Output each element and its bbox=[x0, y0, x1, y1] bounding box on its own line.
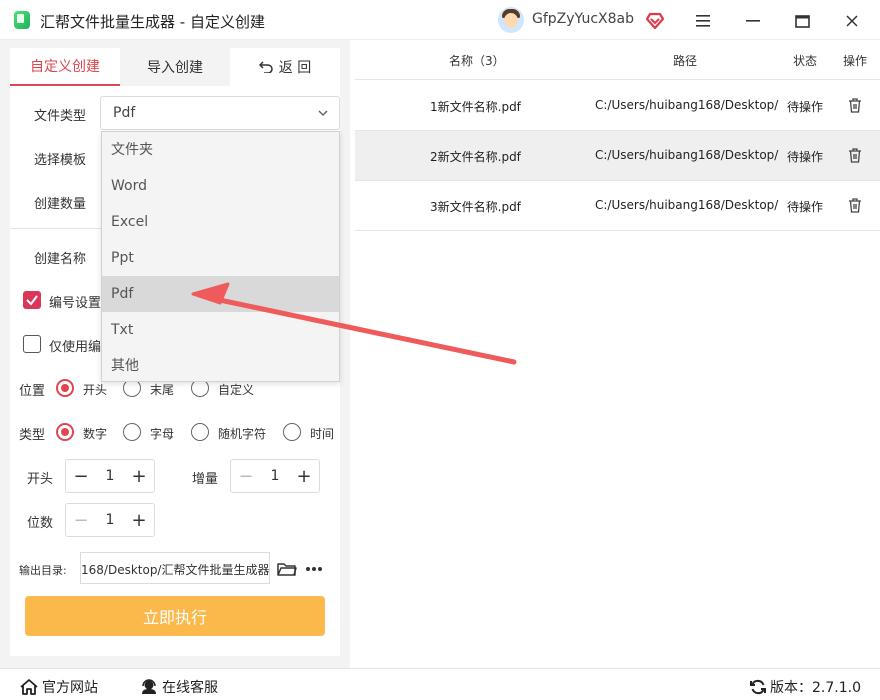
dropdown-option-txt[interactable]: Txt bbox=[102, 312, 339, 348]
increment-decrement-button[interactable]: − bbox=[231, 460, 261, 492]
file-type-label: 文件类型 bbox=[34, 109, 87, 124]
table-row[interactable]: 3新文件名称.pdf C:/Users/huibang168/Desktop/ … bbox=[355, 181, 880, 231]
position-radio-start[interactable] bbox=[56, 379, 74, 397]
digits-stepper: − 1 + bbox=[65, 503, 155, 537]
window-title: 汇帮文件批量生成器 - 自定义创建 bbox=[40, 13, 265, 31]
column-header-status: 状态 bbox=[793, 54, 818, 68]
start-decrement-button[interactable]: − bbox=[66, 460, 96, 492]
back-label: 返 回 bbox=[278, 60, 312, 76]
column-header-path: 路径 bbox=[673, 54, 698, 68]
folder-icon[interactable] bbox=[277, 561, 297, 577]
row-name: 3新文件名称.pdf bbox=[430, 200, 521, 214]
chevron-down-icon bbox=[318, 110, 328, 117]
digits-increment-button[interactable]: + bbox=[124, 504, 154, 536]
support-link[interactable]: 在线客服 bbox=[140, 677, 218, 697]
menu-icon[interactable] bbox=[688, 8, 718, 34]
row-path: C:/Users/huibang168/Desktop/ bbox=[595, 198, 779, 212]
table-row[interactable]: 2新文件名称.pdf C:/Users/huibang168/Desktop/ … bbox=[355, 131, 880, 181]
start-value[interactable]: 1 bbox=[96, 468, 124, 484]
version-label: 版本：2.7.1.0 bbox=[770, 680, 861, 696]
type-radio-number[interactable] bbox=[56, 423, 74, 441]
user-avatar[interactable] bbox=[498, 7, 524, 33]
position-label: 位置 bbox=[19, 384, 46, 399]
refresh-icon bbox=[750, 679, 766, 695]
checkmark-icon bbox=[26, 295, 38, 306]
numbering-label: 编号设置 bbox=[49, 296, 102, 311]
headset-icon bbox=[142, 679, 156, 694]
row-path: C:/Users/huibang168/Desktop/ bbox=[595, 98, 779, 112]
minimize-icon[interactable] bbox=[738, 8, 768, 34]
app-logo-icon bbox=[14, 11, 30, 29]
maximize-icon[interactable] bbox=[787, 8, 817, 34]
dropdown-option-folder[interactable]: 文件夹 bbox=[102, 132, 339, 168]
increment-label: 增量 bbox=[192, 472, 219, 487]
row-status: 待操作 bbox=[787, 100, 824, 114]
digits-decrement-button[interactable]: − bbox=[66, 504, 96, 536]
support-label: 在线客服 bbox=[162, 680, 218, 696]
status-bar: 官方网站 在线客服 版本：2.7.1.0 bbox=[0, 668, 880, 700]
type-option-time: 时间 bbox=[310, 427, 335, 441]
trash-icon[interactable] bbox=[848, 98, 862, 113]
row-name: 2新文件名称.pdf bbox=[430, 150, 521, 164]
more-icon[interactable] bbox=[305, 566, 323, 572]
version-info[interactable]: 版本：2.7.1.0 bbox=[750, 677, 861, 697]
row-path: C:/Users/huibang168/Desktop/ bbox=[595, 148, 779, 162]
type-radio-random[interactable] bbox=[191, 423, 209, 441]
digits-label: 位数 bbox=[27, 516, 54, 531]
run-now-button[interactable]: 立即执行 bbox=[25, 596, 325, 636]
username[interactable]: GfpZyYucX8ab bbox=[532, 11, 634, 27]
dropdown-option-ppt[interactable]: Ppt bbox=[102, 240, 339, 276]
website-link[interactable]: 官方网站 bbox=[20, 677, 98, 697]
dropdown-option-pdf[interactable]: Pdf bbox=[102, 276, 339, 312]
type-option-random: 随机字符 bbox=[218, 427, 267, 441]
website-label: 官方网站 bbox=[42, 680, 98, 696]
row-status: 待操作 bbox=[787, 150, 824, 164]
name-label: 创建名称 bbox=[34, 252, 87, 267]
type-radio-letter[interactable] bbox=[123, 423, 141, 441]
digits-value[interactable]: 1 bbox=[96, 512, 124, 528]
start-stepper: − 1 + bbox=[65, 459, 155, 493]
file-type-select[interactable]: Pdf bbox=[100, 96, 340, 130]
undo-icon bbox=[258, 61, 273, 73]
increment-increment-button[interactable]: + bbox=[289, 460, 319, 492]
row-status: 待操作 bbox=[787, 200, 824, 214]
only-numbering-label: 仅使用编 bbox=[49, 340, 102, 355]
title-bar: 汇帮文件批量生成器 - 自定义创建 GfpZyYucX8ab bbox=[0, 0, 880, 40]
home-icon bbox=[20, 679, 38, 695]
table-header: 名称（3） 路径 状态 操作 bbox=[355, 40, 880, 80]
back-button[interactable]: 返 回 bbox=[230, 48, 340, 86]
close-icon[interactable] bbox=[837, 8, 867, 34]
tab-custom-create[interactable]: 自定义创建 bbox=[10, 48, 120, 86]
start-increment-button[interactable]: + bbox=[124, 460, 154, 492]
template-label: 选择模板 bbox=[34, 153, 87, 168]
dropdown-option-word[interactable]: Word bbox=[102, 168, 339, 204]
count-label: 创建数量 bbox=[34, 197, 87, 212]
table-row[interactable]: 1新文件名称.pdf C:/Users/huibang168/Desktop/ … bbox=[355, 81, 880, 131]
output-dir-field[interactable]: 168/Desktop/汇帮文件批量生成器 bbox=[80, 552, 270, 584]
type-option-number: 数字 bbox=[83, 427, 108, 441]
tab-import-create[interactable]: 导入创建 bbox=[120, 48, 230, 86]
increment-value[interactable]: 1 bbox=[261, 468, 289, 484]
trash-icon[interactable] bbox=[848, 148, 862, 163]
only-numbering-checkbox[interactable] bbox=[23, 335, 41, 353]
output-dir-value: 168/Desktop/汇帮文件批量生成器 bbox=[81, 563, 269, 577]
trash-icon[interactable] bbox=[848, 198, 862, 213]
type-radio-time[interactable] bbox=[283, 423, 301, 441]
type-option-letter: 字母 bbox=[150, 427, 175, 441]
increment-stepper: − 1 + bbox=[230, 459, 320, 493]
vip-heart-icon[interactable] bbox=[645, 12, 665, 30]
file-type-dropdown: 文件夹 Word Excel Ppt Pdf Txt 其他 bbox=[101, 131, 340, 382]
dropdown-option-other[interactable]: 其他 bbox=[102, 348, 339, 384]
start-label: 开头 bbox=[27, 472, 54, 487]
type-label: 类型 bbox=[19, 428, 46, 443]
output-label: 输出目录: bbox=[19, 564, 67, 577]
file-type-value: Pdf bbox=[113, 105, 136, 121]
numbering-checkbox[interactable] bbox=[23, 291, 41, 309]
column-header-actions: 操作 bbox=[843, 54, 868, 68]
row-name: 1新文件名称.pdf bbox=[430, 100, 521, 114]
column-header-name: 名称（3） bbox=[449, 54, 505, 68]
dropdown-option-excel[interactable]: Excel bbox=[102, 204, 339, 240]
